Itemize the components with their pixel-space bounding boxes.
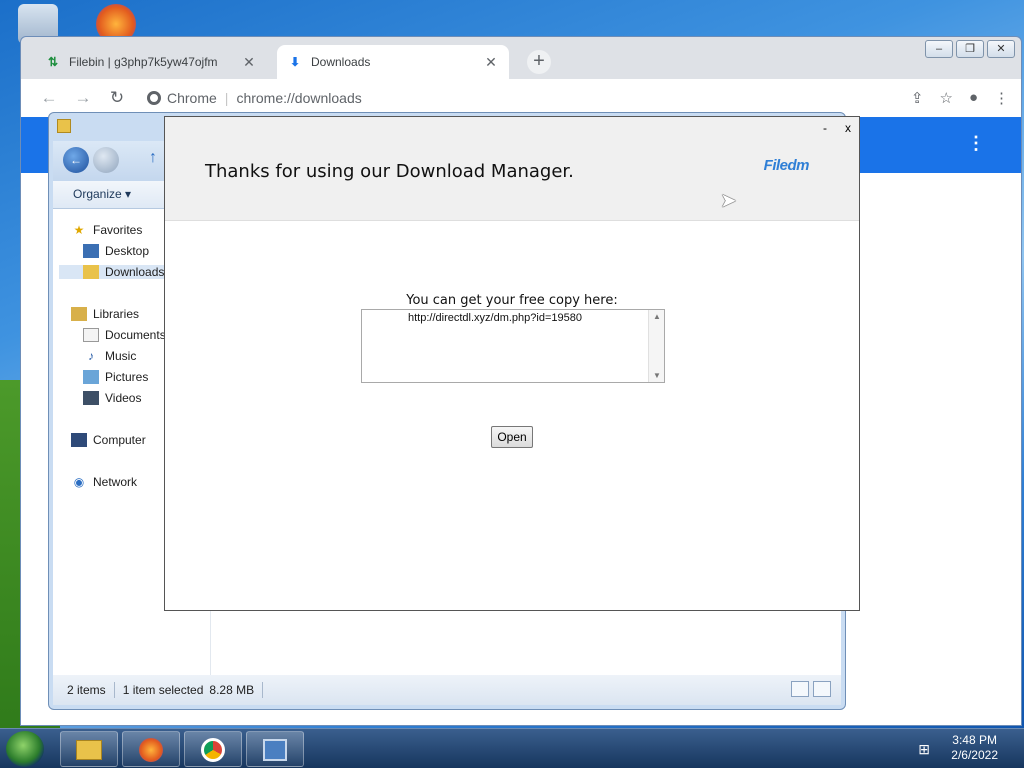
nav-documents[interactable]: Documents bbox=[83, 328, 166, 342]
more-options-icon[interactable]: ⋮ bbox=[967, 133, 985, 154]
nav-label: Favorites bbox=[93, 223, 143, 237]
star-icon: ★ bbox=[73, 223, 85, 237]
nav-label: Videos bbox=[105, 391, 142, 405]
view-buttons bbox=[791, 681, 831, 697]
nav-label: Desktop bbox=[105, 244, 150, 258]
new-tab-button[interactable]: + bbox=[527, 50, 551, 74]
dialog-title: Thanks for using our Download Manager. bbox=[205, 161, 574, 182]
explorer-status-bar: 2 items 1 item selected 8.28 MB bbox=[53, 675, 841, 705]
system-clock[interactable]: 3:48 PM 2/6/2022 bbox=[951, 733, 998, 763]
chrome-logo-icon bbox=[147, 91, 161, 105]
open-button[interactable]: Open bbox=[491, 426, 533, 448]
close-icon[interactable]: ✕ bbox=[241, 54, 257, 71]
computer-icon bbox=[71, 433, 87, 447]
taskbar-explorer[interactable] bbox=[60, 731, 118, 767]
desktop-icon bbox=[83, 244, 99, 258]
site-label: Chrome bbox=[167, 90, 217, 106]
menu-dots-icon[interactable]: ⋮ bbox=[994, 89, 1009, 107]
up-arrow-icon[interactable]: ↑ bbox=[149, 149, 157, 167]
download-link-textarea[interactable]: http://directdl.xyz/dm.php?id=19580 ▲ ▼ bbox=[361, 309, 665, 383]
nav-desktop[interactable]: Desktop bbox=[83, 244, 149, 258]
share-icon[interactable]: ⇪ bbox=[911, 89, 924, 107]
downloads-folder-icon bbox=[83, 265, 99, 279]
star-icon[interactable]: ☆ bbox=[939, 89, 952, 107]
pictures-icon bbox=[83, 370, 99, 384]
back-button[interactable]: ← bbox=[63, 147, 89, 173]
network-icon: ◉ bbox=[73, 475, 85, 489]
maximize-button[interactable]: ❐ bbox=[956, 40, 984, 58]
taskbar-chrome[interactable] bbox=[184, 731, 242, 767]
item-count: 2 items bbox=[67, 683, 106, 697]
preview-view-icon[interactable] bbox=[813, 681, 831, 697]
nav-music[interactable]: ♪ Music bbox=[83, 349, 136, 363]
toolbar-actions: ⇪ ☆ ● ⋮ bbox=[911, 89, 1009, 107]
documents-icon bbox=[83, 328, 99, 342]
nav-label: Computer bbox=[93, 433, 146, 447]
folder-icon bbox=[57, 119, 71, 133]
nav-favorites[interactable]: ★ Favorites bbox=[71, 223, 143, 237]
selection-size: 8.28 MB bbox=[209, 683, 255, 697]
nav-network[interactable]: ◉ Network bbox=[71, 475, 137, 489]
firefox-icon bbox=[139, 738, 163, 763]
clock-time: 3:48 PM bbox=[952, 733, 997, 747]
network-tray-icon[interactable]: ⊞ bbox=[918, 741, 930, 758]
tab-downloads[interactable]: ⬇ Downloads ✕ bbox=[277, 45, 509, 79]
reload-icon[interactable]: ↻ bbox=[105, 88, 129, 108]
filebin-icon: ⇅ bbox=[47, 55, 59, 69]
forward-arrow-icon[interactable]: → bbox=[71, 88, 95, 108]
nav-downloads[interactable]: Downloads bbox=[59, 265, 169, 279]
mouse-cursor-icon: ➤ bbox=[720, 190, 737, 212]
download-manager-dialog: Thanks for using our Download Manager. F… bbox=[164, 116, 860, 611]
tab-title: Downloads bbox=[311, 55, 371, 69]
download-icon: ⬇ bbox=[289, 55, 301, 69]
profile-icon[interactable]: ● bbox=[969, 89, 978, 107]
nav-label: Pictures bbox=[105, 370, 149, 384]
installer-icon bbox=[263, 739, 287, 762]
address-bar[interactable]: Chrome | chrome://downloads bbox=[147, 90, 362, 106]
nav-pictures[interactable]: Pictures bbox=[83, 370, 148, 384]
chrome-icon bbox=[201, 738, 225, 763]
taskbar: ⊞ 3:48 PM 2/6/2022 bbox=[0, 728, 1024, 768]
nav-label: Network bbox=[93, 475, 138, 489]
taskbar-installer[interactable] bbox=[246, 731, 304, 767]
filedm-logo: Filedm bbox=[763, 157, 810, 174]
textarea-scrollbar[interactable]: ▲ ▼ bbox=[648, 310, 664, 382]
minimize-button[interactable]: - bbox=[823, 121, 827, 135]
videos-icon bbox=[83, 391, 99, 405]
window-controls: – ❐ ✕ bbox=[925, 40, 1015, 58]
organize-button[interactable]: Organize ▾ bbox=[73, 187, 131, 201]
start-button[interactable] bbox=[6, 731, 44, 767]
forward-button[interactable] bbox=[93, 147, 119, 173]
tab-title: Filebin | g3php7k5yw47ojfm bbox=[69, 55, 218, 69]
close-button[interactable]: x bbox=[845, 121, 851, 135]
nav-label: Libraries bbox=[93, 307, 140, 321]
nav-videos[interactable]: Videos bbox=[83, 391, 141, 405]
tab-filebin[interactable]: ⇅ Filebin | g3php7k5yw47ojfm ✕ bbox=[35, 45, 267, 79]
minimize-button[interactable]: – bbox=[925, 40, 953, 58]
close-icon[interactable]: ✕ bbox=[483, 54, 499, 71]
taskbar-firefox[interactable] bbox=[122, 731, 180, 767]
download-link: http://directdl.xyz/dm.php?id=19580 bbox=[408, 312, 582, 324]
nav-libraries[interactable]: Libraries bbox=[71, 307, 139, 321]
url-text: chrome://downloads bbox=[236, 90, 362, 106]
nav-label: Music bbox=[105, 349, 137, 363]
libraries-icon bbox=[71, 307, 87, 321]
download-prompt: You can get your free copy here: bbox=[406, 293, 618, 308]
nav-label: Documents bbox=[105, 328, 166, 342]
dialog-header: Thanks for using our Download Manager. F… bbox=[165, 117, 859, 221]
nav-label: Downloads bbox=[105, 265, 165, 279]
tab-strip: ⇅ Filebin | g3php7k5yw47ojfm ✕ ⬇ Downloa… bbox=[21, 37, 1021, 79]
nav-computer[interactable]: Computer bbox=[71, 433, 146, 447]
separator: | bbox=[224, 90, 229, 106]
music-icon: ♪ bbox=[88, 349, 94, 363]
folder-icon bbox=[76, 740, 102, 761]
back-arrow-icon[interactable]: ← bbox=[37, 88, 61, 108]
scroll-down-icon[interactable]: ▼ bbox=[653, 371, 661, 380]
close-button[interactable]: ✕ bbox=[987, 40, 1015, 58]
scroll-up-icon[interactable]: ▲ bbox=[653, 312, 661, 321]
selection-status: 1 item selected bbox=[122, 683, 204, 697]
details-view-icon[interactable] bbox=[791, 681, 809, 697]
clock-date: 2/6/2022 bbox=[951, 748, 998, 762]
